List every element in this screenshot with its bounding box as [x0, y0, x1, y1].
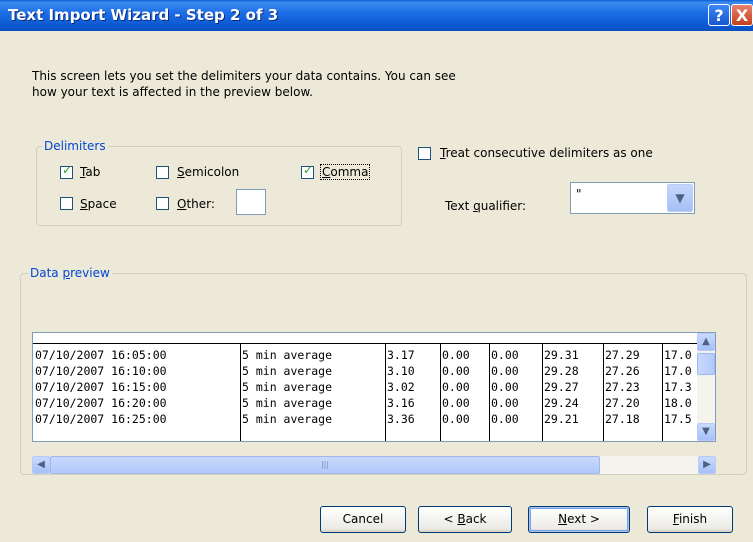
table-cell: 07/10/2007 16:25:00 — [35, 412, 167, 426]
table-cell: 27.18 — [605, 412, 640, 426]
down-arrow-icon[interactable]: ▼ — [697, 423, 715, 441]
help-icon: ? — [714, 6, 724, 25]
comma-label[interactable]: Comma — [320, 164, 371, 180]
delimiters-group-label: Delimiters — [42, 139, 108, 153]
table-cell: 3.02 — [387, 380, 415, 394]
finish-button[interactable]: Finish — [647, 506, 733, 533]
right-arrow-icon[interactable]: ▶ — [698, 456, 716, 474]
semicolon-checkbox[interactable] — [156, 166, 169, 179]
table-cell: 29.21 — [544, 412, 579, 426]
table-cell: 5 min average — [242, 396, 333, 410]
table-cell: 07/10/2007 16:15:00 — [35, 380, 167, 394]
table-cell: 17.0 — [664, 348, 692, 362]
table-cell: 17.5 — [664, 412, 692, 426]
table-cell: 5 min average — [242, 364, 333, 378]
table-row: 07/10/2007 16:15:00 5 min average 3.02 0.00… — [33, 379, 697, 395]
table-cell: 5 min average — [242, 380, 333, 394]
table-cell: 0.00 — [491, 380, 519, 394]
other-delimiter-input[interactable] — [236, 189, 266, 215]
other-checkbox[interactable] — [156, 197, 169, 210]
other-label[interactable]: Other: — [177, 197, 215, 211]
table-cell: 3.17 — [387, 348, 415, 362]
table-cell: 0.00 — [491, 412, 519, 426]
table-row: 07/10/2007 16:10:00 5 min average 3.10 0.00… — [33, 363, 697, 379]
table-cell: 0.00 — [442, 348, 470, 362]
text-qualifier-value: " — [576, 187, 582, 201]
table-cell: 29.31 — [544, 348, 579, 362]
text-import-wizard-dialog: Text Import Wizard - Step 2 of 3 ? X Thi… — [0, 0, 753, 542]
delimiters-group — [36, 146, 402, 226]
close-icon: X — [735, 6, 749, 25]
table-cell: 17.3 — [664, 380, 692, 394]
table-cell: 29.28 — [544, 364, 579, 378]
table-cell: 3.10 — [387, 364, 415, 378]
intro-line-2: how your text is affected in the preview… — [32, 85, 313, 99]
table-cell: 0.00 — [442, 380, 470, 394]
preview-vertical-scrollbar[interactable]: ▲ ▼ — [697, 333, 715, 441]
table-cell: 0.00 — [442, 364, 470, 378]
table-cell: 27.29 — [605, 348, 640, 362]
table-cell: 0.00 — [491, 364, 519, 378]
table-cell: 27.23 — [605, 380, 640, 394]
table-cell: 07/10/2007 16:05:00 — [35, 348, 167, 362]
table-row: 07/10/2007 16:05:00 5 min average 3.17 0.00… — [33, 347, 697, 363]
preview-top-border — [33, 343, 697, 344]
comma-checkbox[interactable] — [301, 163, 314, 179]
table-cell: 0.00 — [491, 396, 519, 410]
left-arrow-icon[interactable]: ◀ — [32, 456, 50, 474]
table-cell: 07/10/2007 16:10:00 — [35, 364, 167, 378]
table-cell: 07/10/2007 16:20:00 — [35, 396, 167, 410]
table-cell: 3.36 — [387, 412, 415, 426]
tab-label[interactable]: Tab — [80, 165, 100, 179]
table-cell: 0.00 — [442, 396, 470, 410]
table-cell: 29.24 — [544, 396, 579, 410]
window-title: Text Import Wizard - Step 2 of 3 — [8, 6, 279, 24]
chevron-down-icon[interactable]: ▼ — [667, 184, 693, 212]
data-preview-group-label: Data preview — [28, 266, 112, 280]
space-label[interactable]: Space — [80, 197, 117, 211]
help-button[interactable]: ? — [708, 4, 730, 26]
horizontal-scroll-thumb[interactable]: ||| — [50, 456, 600, 474]
back-button[interactable]: < Back — [418, 506, 512, 533]
up-arrow-icon[interactable]: ▲ — [697, 333, 715, 351]
table-cell: 27.26 — [605, 364, 640, 378]
title-bar[interactable]: Text Import Wizard - Step 2 of 3 ? X — [0, 0, 753, 31]
table-cell: 0.00 — [442, 412, 470, 426]
table-row: 07/10/2007 16:25:00 5 min average 3.36 0.00… — [33, 411, 697, 427]
table-cell: 5 min average — [242, 412, 333, 426]
preview-rows: 07/10/2007 16:05:00 5 min average 3.17 0.00… — [33, 343, 697, 441]
table-cell: 0.00 — [491, 348, 519, 362]
next-button[interactable]: Next > — [528, 506, 630, 533]
cancel-button[interactable]: Cancel — [320, 506, 406, 533]
table-cell: 17.0 — [664, 364, 692, 378]
table-cell: 18.0 — [664, 396, 692, 410]
table-row: 07/10/2007 16:20:00 5 min average 3.16 0.00… — [33, 395, 697, 411]
vertical-scroll-thumb[interactable] — [697, 353, 715, 375]
data-preview-grid[interactable]: 07/10/2007 16:05:00 5 min average 3.17 0.00… — [32, 332, 716, 442]
preview-horizontal-scrollbar[interactable]: ◀ ||| ▶ — [32, 456, 716, 474]
text-qualifier-select[interactable]: " ▼ — [570, 182, 695, 214]
space-checkbox[interactable] — [60, 197, 73, 210]
table-cell: 3.16 — [387, 396, 415, 410]
tab-checkbox[interactable] — [60, 163, 73, 179]
intro-line-1: This screen lets you set the delimiters … — [32, 69, 456, 83]
table-cell: 29.27 — [544, 380, 579, 394]
consecutive-delimiters-checkbox[interactable] — [418, 147, 431, 160]
table-cell: 27.20 — [605, 396, 640, 410]
table-cell: 5 min average — [242, 348, 333, 362]
close-button[interactable]: X — [731, 4, 753, 26]
semicolon-label[interactable]: Semicolon — [177, 165, 239, 179]
consecutive-delimiters-label[interactable]: Treat consecutive delimiters as one — [440, 146, 653, 160]
text-qualifier-label: Text qualifier: — [445, 199, 527, 213]
intro-text: This screen lets you set the delimiters … — [32, 68, 592, 100]
